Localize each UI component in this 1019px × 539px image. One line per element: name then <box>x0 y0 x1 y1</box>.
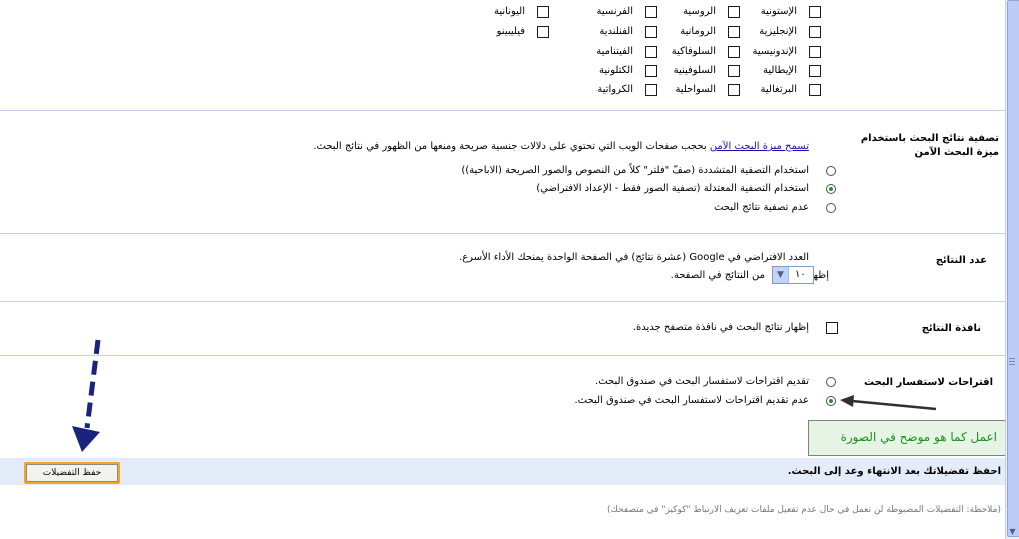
language-label: الإستونية <box>760 6 797 17</box>
scrollbar-grip-icon <box>1009 358 1015 359</box>
chevron-down-icon[interactable]: ▼ <box>773 267 789 283</box>
language-checkbox[interactable] <box>728 46 740 58</box>
language-checkbox[interactable] <box>537 6 549 18</box>
results-count-value: ١٠ <box>795 269 806 280</box>
language-label: السواحلية <box>675 84 716 95</box>
results-count-description: العدد الافتراضي في Google (عشرة نتائج) ف… <box>459 252 809 263</box>
language-checkbox[interactable] <box>645 84 657 96</box>
language-checkbox[interactable] <box>809 46 821 58</box>
annotation-arrow-icon <box>840 395 937 411</box>
language-checkbox[interactable] <box>809 65 821 77</box>
language-label: البرتغالية <box>760 84 797 95</box>
save-preferences-button[interactable]: حفظ التفضيلات <box>24 462 120 484</box>
dashed-arrow-icon <box>72 339 101 452</box>
scroll-down-arrow-icon[interactable]: ▼ <box>1006 525 1019 538</box>
scrollbar-grip-icon <box>1009 361 1015 362</box>
callout-text: اعمل كما هو موضح في الصورة <box>840 430 997 444</box>
section-divider <box>0 110 1005 111</box>
language-checkbox[interactable] <box>809 84 821 96</box>
language-label: الإندونيسية <box>752 46 797 57</box>
language-label: الإيطالية <box>763 65 797 76</box>
language-checkbox[interactable] <box>728 65 740 77</box>
language-label: الإنجليزية <box>759 26 797 37</box>
safe-search-option-label: استخدام التصفية المعتدلة (تصفية الصور فق… <box>536 183 809 194</box>
language-label: اليونانية <box>493 6 525 17</box>
language-checkbox[interactable] <box>728 6 740 18</box>
language-checkbox[interactable] <box>645 46 657 58</box>
language-checkbox[interactable] <box>537 26 549 38</box>
language-checkbox[interactable] <box>809 6 821 18</box>
suggestions-option-label: تقديم اقتراحات لاستفسار البحث في صندوق ا… <box>595 376 809 387</box>
results-count-select[interactable]: ▼ ١٠ <box>772 266 814 284</box>
save-instruction: احفظ تفضيلاتك بعد الانتهاء وعد إلى البحث… <box>787 466 1001 477</box>
vertical-scrollbar[interactable]: ▼ <box>1005 0 1019 539</box>
language-label: الفيتنامية <box>596 46 633 57</box>
scrollbar-thumb[interactable] <box>1007 0 1019 537</box>
language-checkbox[interactable] <box>809 26 821 38</box>
language-label: الفرنسية <box>596 6 633 17</box>
instruction-callout: اعمل كما هو موضح في الصورة <box>808 420 1018 456</box>
language-label: السلوفاكية <box>671 46 716 57</box>
section-divider <box>0 233 1005 234</box>
suggestions-label: اقتراحات لاستفسار البحث <box>864 377 993 388</box>
safe-search-moderate-radio[interactable] <box>826 184 836 194</box>
language-label: الرومانية <box>680 26 716 37</box>
section-divider <box>0 355 1005 356</box>
language-label: الروسية <box>683 6 716 17</box>
language-label: فيليبينو <box>496 26 525 37</box>
new-window-label: إظهار نتائج البحث في نافذة متصفح جديدة. <box>632 322 809 333</box>
safe-search-strict-radio[interactable] <box>826 166 836 176</box>
language-label: الفنلندية <box>599 26 633 37</box>
language-checkbox[interactable] <box>728 26 740 38</box>
results-show-suffix: من النتائج في الصفحة. <box>670 270 765 281</box>
safe-search-label: تصفية نتائج البحث باستخدام ميزة البحث ال… <box>860 133 999 158</box>
safe-search-description-text: بحجب صفحات الويب التي تحتوي على دلالات ج… <box>313 141 710 152</box>
language-checkbox[interactable] <box>645 6 657 18</box>
suggestions-on-radio[interactable] <box>826 377 836 387</box>
safe-search-off-radio[interactable] <box>826 203 836 213</box>
cookies-note: (ملاحظة: التفضيلات المضبوطة لن تعمل في ح… <box>607 505 1001 515</box>
safe-search-option-label: استخدام التصفية المتشددة (صفّ "فلتر" كلا… <box>461 165 809 176</box>
safe-search-link[interactable]: تسمح ميزة البحث الآمن <box>710 141 809 152</box>
scrollbar-grip-icon <box>1009 364 1015 365</box>
language-checkbox[interactable] <box>728 84 740 96</box>
language-label: الكرواتية <box>597 84 633 95</box>
language-checkbox[interactable] <box>645 26 657 38</box>
language-checkbox[interactable] <box>645 65 657 77</box>
results-window-label: نافذة النتائج <box>921 323 981 334</box>
safe-search-option-label: عدم تصفية نتائج البحث <box>713 202 809 213</box>
section-divider <box>0 301 1005 302</box>
safe-search-description: تسمح ميزة البحث الآمن بحجب صفحات الويب ا… <box>313 141 809 152</box>
preferences-page: الإستونية الإنجليزية الإندونيسية الإيطال… <box>0 0 1018 539</box>
language-label: السلوفينية <box>673 65 716 76</box>
results-count-label: عدد النتائج <box>935 255 987 266</box>
suggestions-off-radio[interactable] <box>826 396 836 406</box>
new-window-checkbox[interactable] <box>826 322 838 334</box>
suggestions-option-label: عدم تقديم اقتراحات لاستفسار البحث في صند… <box>574 395 809 406</box>
language-label: الكتلونية <box>598 65 633 76</box>
